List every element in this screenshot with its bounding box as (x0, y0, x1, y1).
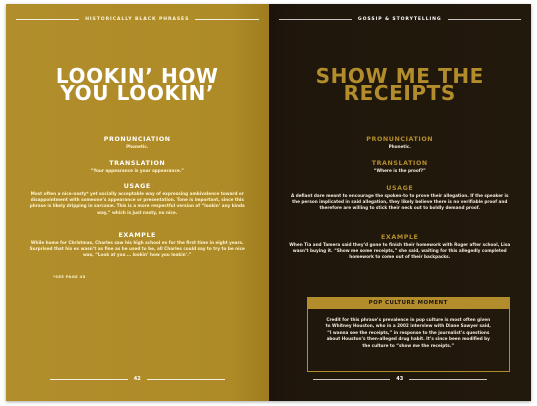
footer-rule (312, 378, 391, 380)
entry-title: LOOKIN’ HOW YOU LOOKIN’ (6, 66, 269, 105)
pronunciation-heading: PRONUNCIATION (366, 136, 434, 143)
translation-section: TRANSLATION “Your appearance is your app… (26, 160, 249, 174)
title-line: RECEIPTS (343, 81, 456, 105)
footer-rule (50, 378, 128, 380)
translation-heading: TRANSLATION (371, 160, 428, 167)
example-section: EXAMPLE When Tia and Tamera said they’d … (289, 234, 512, 261)
running-header: HISTORICALLY BLACK PHRASES (16, 15, 259, 23)
page-number: 43 (396, 376, 404, 382)
pronunciation-section: PRONUNCIATION Phonetic. (289, 136, 512, 150)
footer-rule (146, 378, 225, 380)
header-rule (447, 18, 521, 20)
pronunciation-section: PRONUNCIATION Phonetic. (26, 136, 249, 150)
usage-text: Most often a nice-nasty* yet socially ac… (29, 191, 245, 215)
translation-text: “Your appearance is your appearance.” (90, 168, 185, 173)
example-section: EXAMPLE While home for Christmas, Charle… (26, 232, 249, 259)
footnote-reference: *SEE PAGE 45 (53, 274, 86, 279)
section-label: GOSSIP & STORYTELLING (357, 16, 442, 22)
book-spread: HISTORICALLY BLACK PHRASES LOOKIN’ HOW Y… (6, 4, 531, 401)
example-heading: EXAMPLE (118, 232, 156, 239)
example-text: When Tia and Tamera said they’d gone to … (289, 242, 511, 260)
page-footer: 43 (312, 375, 487, 383)
header-rule (16, 18, 80, 20)
entry-title: SHOW ME THE RECEIPTS (269, 66, 532, 105)
page-footer: 42 (50, 375, 225, 383)
header-rule (195, 18, 259, 20)
pronunciation-text: Phonetic. (388, 144, 411, 149)
left-page: HISTORICALLY BLACK PHRASES LOOKIN’ HOW Y… (6, 4, 269, 401)
section-label: HISTORICALLY BLACK PHRASES (85, 16, 190, 22)
usage-section: USAGE Most often a nice-nasty* yet socia… (26, 183, 249, 216)
translation-heading: TRANSLATION (109, 160, 166, 167)
header-rule (278, 18, 352, 20)
usage-text: A defiant dare meant to encourage the sp… (291, 193, 509, 211)
usage-section: USAGE A defiant dare meant to encourage … (289, 185, 512, 212)
page-number: 42 (133, 376, 141, 382)
example-text: While home for Christmas, Charles saw hi… (29, 240, 245, 258)
running-header: GOSSIP & STORYTELLING (278, 15, 521, 23)
callout-heading: POP CULTURE MOMENT (307, 298, 509, 309)
footer-rule (409, 378, 487, 380)
example-heading: EXAMPLE (381, 234, 419, 241)
pronunciation-text: Phonetic. (126, 144, 149, 149)
translation-section: TRANSLATION “Where is the proof?” (289, 160, 512, 174)
usage-heading: USAGE (386, 185, 414, 192)
pop-culture-callout: POP CULTURE MOMENT Credit for this phras… (306, 297, 510, 372)
pronunciation-heading: PRONUNCIATION (103, 136, 171, 143)
translation-text: “Where is the proof?” (373, 168, 426, 173)
title-line: YOU LOOKIN’ (60, 81, 215, 105)
right-page: GOSSIP & STORYTELLING SHOW ME THE RECEIP… (268, 4, 532, 401)
usage-heading: USAGE (123, 183, 151, 190)
callout-text: Credit for this phrase’s prevalence in p… (325, 317, 491, 348)
